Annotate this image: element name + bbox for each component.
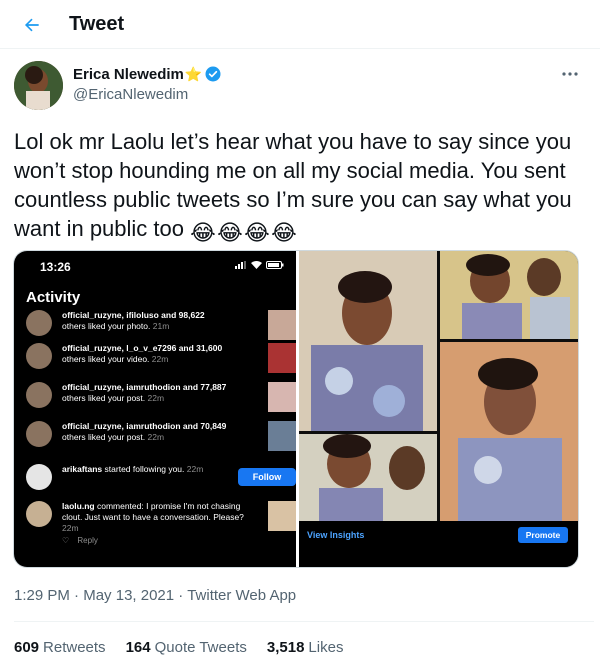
tweet-media[interactable]: 13:26 Activity official_ruzyne, ifilolus…: [13, 250, 579, 568]
heart-outline-icon: ♡: [62, 536, 70, 545]
avatar: [26, 421, 52, 447]
author-handle[interactable]: @EricaNlewedim: [73, 86, 188, 103]
avatar: [26, 501, 52, 527]
phone-time: 13:26: [40, 260, 71, 274]
more-horizontal-icon: [562, 72, 578, 76]
signal-icon: [235, 261, 246, 269]
tears-of-joy-emoji: 😂: [271, 220, 297, 245]
author-name[interactable]: Erica Nlewedim ⭐: [73, 65, 222, 83]
avatar[interactable]: [14, 61, 63, 110]
instagram-activity-screenshot[interactable]: 13:26 Activity official_ruzyne, ifilolus…: [14, 251, 296, 567]
author-name-text: Erica Nlewedim: [73, 65, 184, 83]
engagement-stats: 609 Retweets 164 Quote Tweets 3,518 Like…: [14, 639, 343, 656]
avatar: [26, 464, 52, 490]
activity-text: official_ruzyne, ifiloluso and 98,622 ot…: [62, 310, 205, 331]
arrow-left-icon: [24, 18, 39, 32]
verified-badge-icon: [205, 66, 221, 82]
back-button[interactable]: [16, 9, 48, 41]
emoji-row: 😂😂😂😂: [190, 216, 298, 245]
star-emoji: ⭐: [184, 65, 203, 82]
tears-of-joy-emoji: 😂: [217, 220, 243, 245]
activity-title: Activity: [26, 289, 81, 306]
collage-photo: [299, 434, 437, 522]
tweet-text: Lol ok mr Laolu let’s hear what you have…: [14, 127, 594, 245]
collage-photo: [440, 342, 578, 522]
tweet-client[interactable]: Twitter Web App: [187, 587, 296, 604]
divider: [14, 621, 594, 622]
collage-photo: [440, 251, 578, 339]
tweet-time[interactable]: 1:29 PM: [14, 587, 70, 604]
activity-text: arikaftans started following you. 22m: [62, 464, 204, 474]
page-title: Tweet: [69, 13, 125, 35]
avatar: [26, 310, 52, 336]
photo-collage[interactable]: View Insights Promote: [299, 251, 578, 567]
list-item[interactable]: arikaftans started following you. 22m Fo…: [26, 464, 296, 504]
post-thumbnail[interactable]: [268, 501, 296, 531]
post-thumbnail[interactable]: [268, 421, 296, 451]
quote-tweets-stat[interactable]: 164 Quote Tweets: [126, 639, 247, 656]
post-thumbnail[interactable]: [268, 382, 296, 412]
avatar: [26, 343, 52, 369]
activity-text: laolu.ng commented: I promise I'm not ch…: [62, 501, 244, 533]
post-thumbnail[interactable]: [268, 343, 296, 373]
wifi-icon: [251, 261, 262, 269]
tears-of-joy-emoji: 😂: [190, 220, 216, 245]
avatar: [26, 382, 52, 408]
insights-bar: View Insights Promote: [299, 521, 578, 567]
activity-text: official_ruzyne, iamruthodion and 77,887…: [62, 382, 227, 403]
retweets-stat[interactable]: 609 Retweets: [14, 639, 106, 656]
list-item[interactable]: official_ruzyne, iamruthodion and 77,887…: [26, 382, 296, 422]
reply-link[interactable]: ♡ Reply: [62, 536, 98, 545]
list-item[interactable]: official_ruzyne, iamruthodion and 70,849…: [26, 421, 296, 461]
activity-text: official_ruzyne, iamruthodion and 70,849…: [62, 421, 227, 442]
top-bar: Tweet: [0, 0, 600, 49]
tweet-timestamp: 1:29 PM · May 13, 2021 · Twitter Web App: [14, 587, 297, 604]
tweet-date[interactable]: May 13, 2021: [83, 587, 174, 604]
view-insights-link[interactable]: View Insights: [307, 530, 364, 540]
list-item[interactable]: official_ruzyne, l_o_v_e7296 and 31,600 …: [26, 343, 296, 383]
battery-icon: [266, 261, 284, 269]
follow-button[interactable]: Follow: [238, 468, 296, 486]
post-thumbnail[interactable]: [268, 310, 296, 340]
promote-button[interactable]: Promote: [518, 527, 568, 543]
phone-status-icons: [235, 261, 284, 269]
tears-of-joy-emoji: 😂: [244, 220, 270, 245]
activity-text: official_ruzyne, l_o_v_e7296 and 31,600 …: [62, 343, 223, 364]
likes-stat[interactable]: 3,518 Likes: [267, 639, 344, 656]
collage-photo: [299, 251, 437, 431]
more-options-button[interactable]: [560, 64, 580, 84]
